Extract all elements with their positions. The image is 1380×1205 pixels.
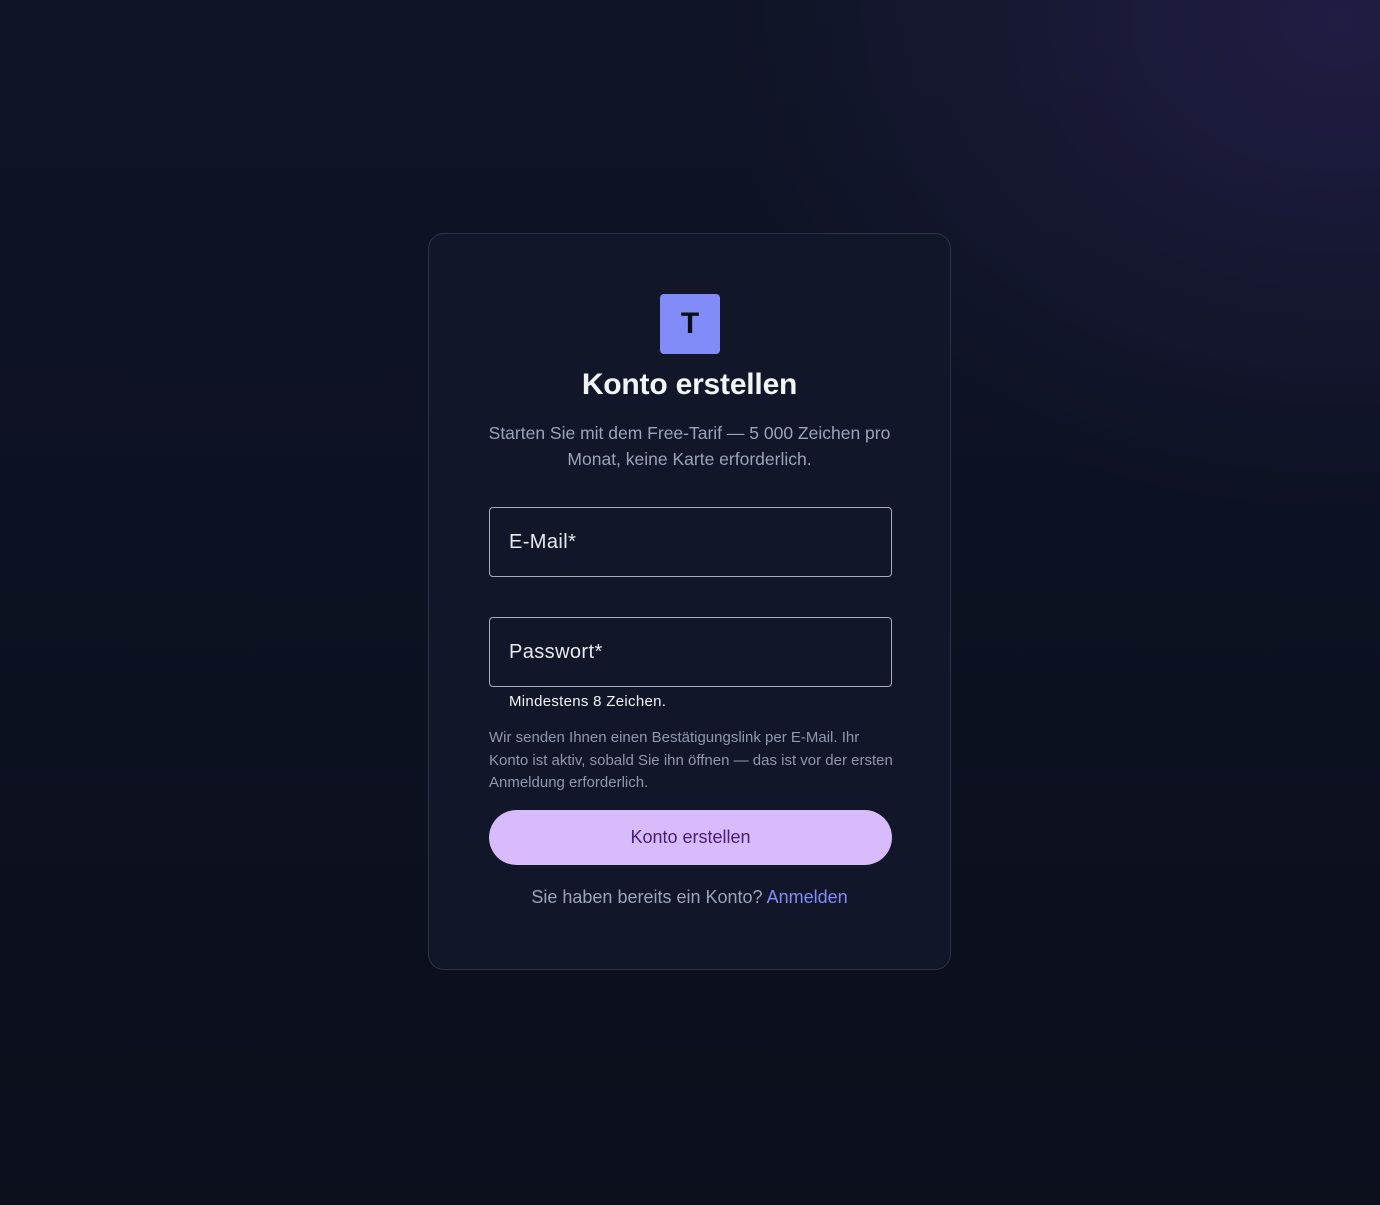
brand-logo: T — [660, 294, 720, 354]
page-subtitle: Starten Sie mit dem Free-Tarif — 5 000 Z… — [488, 423, 891, 469]
password-field-container — [489, 617, 892, 687]
login-prompt-text: Sie haben bereits ein Konto? — [531, 887, 763, 907]
page-title: Konto erstellen — [581, 368, 798, 401]
email-field[interactable] — [490, 508, 891, 576]
confirmation-note: Wir senden Ihnen einen Bestätigungslink … — [489, 729, 893, 791]
login-link[interactable]: Anmelden — [767, 887, 848, 907]
password-field[interactable] — [490, 618, 891, 686]
signup-card: T Konto erstellen Starten Sie mit dem Fr… — [428, 233, 951, 970]
password-helper-text: Mindestens 8 Zeichen. — [509, 693, 667, 710]
email-field-container — [489, 507, 892, 577]
login-prompt: Sie haben bereits ein Konto? Anmelden — [429, 887, 950, 908]
create-account-button[interactable]: Konto erstellen — [489, 810, 892, 865]
